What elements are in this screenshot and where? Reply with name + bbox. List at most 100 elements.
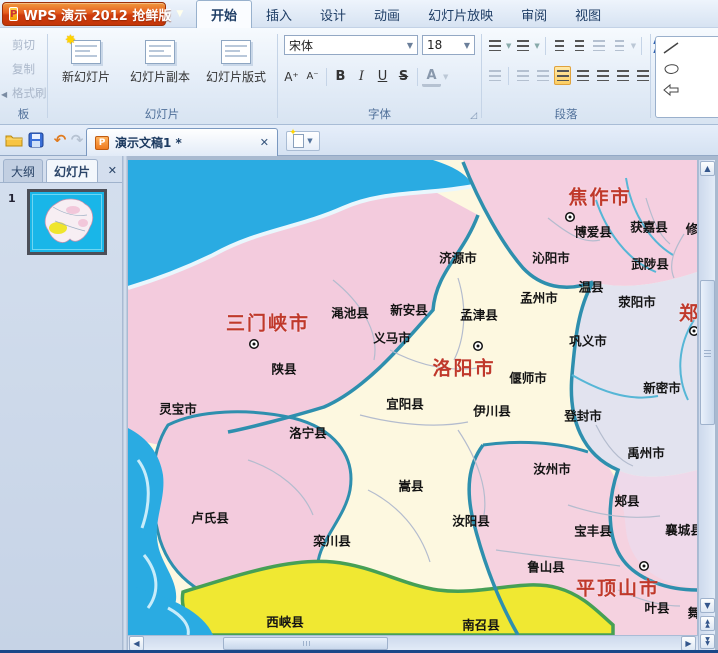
- map-label: 卢氏县: [191, 508, 229, 527]
- tab-slideshow[interactable]: 幻灯片放映: [414, 0, 507, 28]
- vertical-scrollbar[interactable]: ▲ ▼ ▲▲ ▼▼: [698, 160, 715, 651]
- chevron-down-icon: ▼: [176, 9, 183, 19]
- wps-logo-icon: P: [9, 7, 18, 21]
- shrink-font-button[interactable]: A⁻: [303, 66, 322, 87]
- document-title: 演示文稿1 *: [115, 134, 182, 151]
- slide-layout-icon: [221, 40, 251, 64]
- slides-group: ✸ 新幻灯片 幻灯片副本 幻灯片版式 幻灯片: [48, 28, 276, 125]
- scroll-down-icon[interactable]: ▼: [700, 598, 715, 613]
- previous-slide-button[interactable]: ▲▲: [700, 616, 715, 631]
- italic-button[interactable]: I: [352, 66, 371, 87]
- arrow-shape-icon[interactable]: [662, 83, 680, 97]
- map-label: 新密市: [643, 378, 681, 397]
- scroll-up-icon[interactable]: ▲: [700, 161, 715, 176]
- tab-home[interactable]: 开始: [196, 0, 252, 28]
- map-label: 叶县: [644, 598, 669, 617]
- font-color-button[interactable]: A: [422, 66, 441, 87]
- tab-animation[interactable]: 动画: [360, 0, 414, 28]
- map-label: 修: [686, 219, 697, 238]
- freeform-shape-icon[interactable]: [662, 61, 680, 77]
- bold-button[interactable]: B: [331, 66, 350, 87]
- main-area: 大纲 幻灯片 ✕ 1: [0, 156, 718, 653]
- save-icon[interactable]: [26, 130, 46, 150]
- chevron-down-icon[interactable]: ▼: [506, 42, 511, 50]
- map-label: 义马市: [373, 328, 411, 347]
- map-label: 舞: [688, 603, 697, 622]
- duplicate-slide-button[interactable]: 幻灯片副本: [124, 34, 196, 110]
- vertical-scroll-thumb[interactable]: [700, 280, 715, 425]
- grow-font-button[interactable]: A⁺: [282, 66, 301, 87]
- align-left-button[interactable]: [554, 66, 571, 85]
- map-label: 孟津县: [460, 305, 498, 324]
- underline-button[interactable]: U: [373, 66, 392, 87]
- next-slide-button[interactable]: ▼▼: [700, 634, 715, 649]
- font-group: 宋体 ▼ 18 ▼ A⁺ A⁻ B I U S A ▼ 字体 ◿: [278, 28, 481, 125]
- character-spacing-button[interactable]: [611, 36, 628, 55]
- wrap-text-button[interactable]: [486, 66, 503, 85]
- map-label: 宝丰县: [574, 521, 612, 540]
- document-tab[interactable]: P 演示文稿1 * ✕: [86, 128, 278, 156]
- map-labels-layer: 焦作市三门峡市洛阳市郑州平顶山市济源市沁阳市博爱县获嘉县修武陟县孟州市温县荥阳市…: [128, 160, 697, 635]
- scroll-left-icon[interactable]: ◀: [129, 636, 144, 651]
- line-shape-icon[interactable]: [662, 41, 680, 55]
- slide-panel: 大纲 幻灯片 ✕ 1: [0, 156, 122, 650]
- ribbon-tab-bar: 开始 插入 设计 动画 幻灯片放映 审阅 视图: [196, 0, 615, 28]
- copy-button[interactable]: 复制: [12, 61, 35, 77]
- close-document-icon[interactable]: ✕: [260, 136, 269, 149]
- chevron-down-icon: ▼: [403, 41, 413, 50]
- slide-map-image[interactable]: 焦作市三门峡市洛阳市郑州平顶山市济源市沁阳市博爱县获嘉县修武陟县孟州市温县荥阳市…: [128, 160, 697, 635]
- new-slide-icon: ✸: [71, 40, 101, 64]
- group-separator: [650, 34, 651, 118]
- slides-tab[interactable]: 幻灯片: [46, 159, 98, 182]
- outline-tab[interactable]: 大纲: [3, 159, 43, 182]
- decrease-indent-button[interactable]: [551, 36, 568, 55]
- scroll-right-icon[interactable]: ▶: [681, 636, 696, 651]
- font-size-select[interactable]: 18 ▼: [422, 35, 475, 55]
- map-label: 博爱县: [574, 222, 612, 241]
- map-label: 获嘉县: [630, 217, 668, 236]
- chevron-down-icon[interactable]: ▼: [534, 42, 539, 50]
- bullets-button[interactable]: [486, 36, 503, 55]
- chevron-down-icon: ▼: [631, 42, 636, 50]
- map-label: 郏县: [614, 491, 639, 510]
- document-tab-bar: ↶ ↷ P 演示文稿1 * ✕ ▼: [0, 125, 718, 156]
- slide-thumbnail[interactable]: [27, 189, 107, 255]
- numbering-button[interactable]: [514, 36, 531, 55]
- wps-menu-button[interactable]: P WPS 演示 2012 抢鲜版 ▼: [2, 2, 166, 26]
- horizontal-scroll-thumb[interactable]: [223, 637, 388, 650]
- strikethrough-button[interactable]: S: [394, 66, 413, 87]
- align-right-button[interactable]: [594, 66, 611, 85]
- map-label: 陕县: [271, 359, 296, 378]
- align-center-button[interactable]: [574, 66, 591, 85]
- map-label: 荥阳市: [618, 292, 656, 311]
- close-panel-icon[interactable]: ✕: [108, 164, 117, 177]
- new-slide-button[interactable]: ✸ 新幻灯片: [50, 34, 122, 110]
- decrease-para-spacing-button[interactable]: [534, 66, 551, 85]
- tab-review[interactable]: 审阅: [507, 0, 561, 28]
- font-dialog-launcher-icon[interactable]: ◿: [470, 111, 477, 121]
- duplicate-slide-icon: [145, 40, 175, 64]
- title-bar: P WPS 演示 2012 抢鲜版 ▼ 开始 插入 设计 动画 幻灯片放映 审阅…: [0, 0, 718, 28]
- format-painter-button[interactable]: 格式刷: [12, 85, 47, 101]
- font-family-select[interactable]: 宋体 ▼: [284, 35, 418, 55]
- ribbon: ◀ 剪切 复制 格式刷 板 ✸ 新幻灯片 幻灯片副本 幻灯片版式 幻灯片: [0, 28, 718, 125]
- cut-button[interactable]: 剪切: [12, 37, 35, 53]
- open-folder-icon[interactable]: [4, 130, 24, 150]
- distribute-text-button[interactable]: [634, 66, 651, 85]
- separator: [545, 37, 546, 55]
- redo-icon[interactable]: ↷: [67, 130, 87, 150]
- new-document-icon: [293, 134, 304, 148]
- tab-insert[interactable]: 插入: [252, 0, 306, 28]
- map-label: 新安县: [390, 300, 428, 319]
- vertical-text-button[interactable]: [591, 36, 608, 55]
- tab-design[interactable]: 设计: [306, 0, 360, 28]
- slide-layout-button[interactable]: 幻灯片版式: [200, 34, 272, 110]
- map-label: 济源市: [439, 248, 477, 267]
- new-document-button[interactable]: ▼: [286, 131, 320, 151]
- tab-view[interactable]: 视图: [561, 0, 615, 28]
- increase-indent-button[interactable]: [571, 36, 588, 55]
- paragraph-group: ▼ ▼ ▼ AA ▼ 段落: [482, 28, 650, 125]
- justify-button[interactable]: [614, 66, 631, 85]
- horizontal-scrollbar[interactable]: ◀ ▶: [128, 635, 698, 651]
- increase-para-spacing-button[interactable]: [514, 66, 531, 85]
